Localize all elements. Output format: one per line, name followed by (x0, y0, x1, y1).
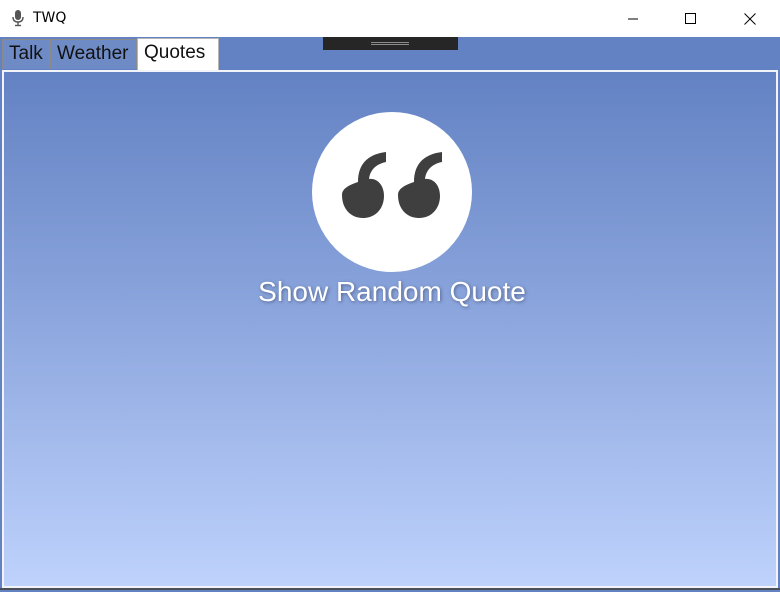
tab-weather[interactable]: Weather (50, 39, 137, 69)
quotes-panel: Show Random Quote (2, 70, 778, 588)
quote-mark-icon (342, 152, 442, 218)
title-bar[interactable]: TWQ (0, 0, 780, 37)
grip-line (371, 44, 409, 45)
random-quote-label[interactable]: Show Random Quote (4, 274, 780, 310)
window-bottom-border (0, 588, 780, 590)
client-area: Talk Weather Quotes Show Random Quote (0, 37, 780, 592)
close-button[interactable] (721, 0, 779, 37)
minimize-button[interactable] (604, 0, 662, 37)
tab-talk[interactable]: Talk (2, 39, 50, 69)
close-icon (744, 12, 756, 25)
maximize-button[interactable] (662, 0, 720, 37)
app-window: TWQ Talk Weather Quotes Show Random Quot… (0, 0, 780, 592)
microphone-icon (10, 9, 26, 27)
window-title: TWQ (33, 10, 67, 26)
maximize-icon (685, 12, 696, 24)
minimize-icon (628, 18, 638, 19)
tab-quotes[interactable]: Quotes (137, 38, 219, 71)
random-quote-button[interactable] (312, 112, 472, 272)
grip-line (371, 42, 409, 43)
drag-grip-handle[interactable] (323, 37, 458, 50)
